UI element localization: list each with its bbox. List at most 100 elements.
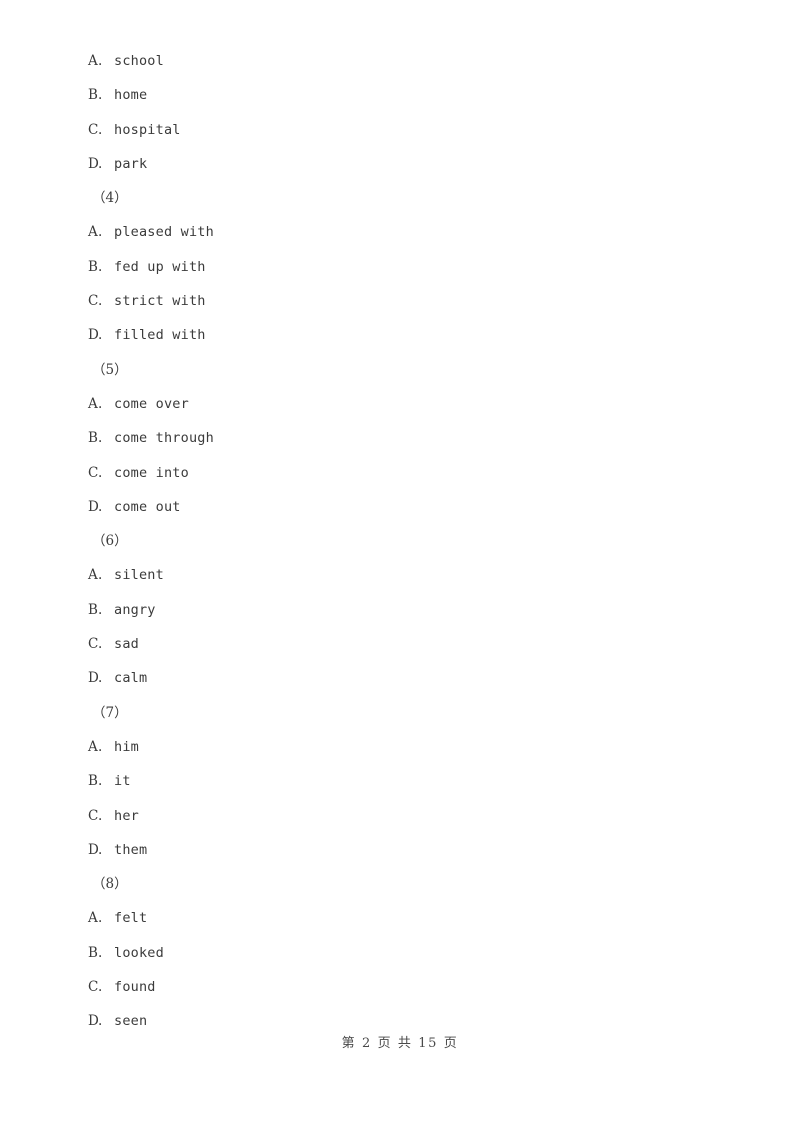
- option-text: come over: [114, 395, 189, 412]
- option-letter: A: [88, 738, 99, 755]
- option-row[interactable]: A. pleased with: [88, 215, 728, 249]
- option-separator: .: [98, 258, 103, 275]
- option-letter: B: [88, 87, 99, 104]
- option-text: fed up with: [114, 258, 206, 275]
- option-text: them: [114, 841, 148, 858]
- option-separator: .: [98, 224, 103, 241]
- question-number-label: （6）: [92, 533, 128, 550]
- option-separator: .: [98, 910, 103, 927]
- option-row[interactable]: D. park: [88, 147, 728, 181]
- option-letter: B: [88, 258, 99, 275]
- option-text: seen: [114, 1013, 148, 1030]
- option-row[interactable]: B. fed up with: [88, 250, 728, 284]
- option-text: home: [114, 87, 148, 104]
- option-letter: A: [88, 395, 99, 412]
- option-row[interactable]: D. calm: [88, 661, 728, 695]
- option-letter: A: [88, 910, 99, 927]
- option-separator: .: [98, 601, 103, 618]
- option-separator: .: [98, 395, 103, 412]
- option-text: silent: [114, 567, 164, 584]
- document-page: A. school B. home C. hospital D. park （4） A. pleas…: [0, 0, 800, 1132]
- option-row[interactable]: D. them: [88, 833, 728, 867]
- option-separator: .: [98, 464, 103, 481]
- option-text: come out: [114, 498, 181, 515]
- option-letter: B: [88, 430, 99, 447]
- option-separator: .: [98, 807, 103, 824]
- option-letter: B: [88, 773, 99, 790]
- option-row[interactable]: D. filled with: [88, 318, 728, 352]
- option-row[interactable]: C. her: [88, 799, 728, 833]
- option-text: filled with: [114, 327, 206, 344]
- option-row[interactable]: C. strict with: [88, 284, 728, 318]
- option-letter: C: [88, 807, 99, 824]
- option-row[interactable]: C. sad: [88, 627, 728, 661]
- option-letter: B: [88, 944, 99, 961]
- option-letter: A: [88, 53, 99, 69]
- option-text: it: [114, 773, 131, 790]
- question-number-label: （7）: [92, 704, 128, 721]
- option-separator: .: [98, 87, 103, 104]
- option-row[interactable]: C. found: [88, 970, 728, 1004]
- option-text: looked: [114, 944, 164, 961]
- option-row[interactable]: B. it: [88, 764, 728, 798]
- option-separator: .: [98, 738, 103, 755]
- option-row[interactable]: A. felt: [88, 901, 728, 935]
- option-letter: C: [88, 636, 99, 653]
- option-separator: .: [98, 121, 103, 138]
- option-letter: A: [88, 567, 99, 584]
- option-row[interactable]: C. come into: [88, 456, 728, 490]
- option-row[interactable]: A. school: [88, 44, 728, 78]
- option-text: come into: [114, 464, 189, 481]
- option-text: her: [114, 807, 139, 824]
- option-separator: .: [98, 498, 103, 515]
- option-text: park: [114, 155, 148, 172]
- option-separator: .: [98, 293, 103, 310]
- option-separator: .: [98, 773, 103, 790]
- option-letter: A: [88, 224, 99, 241]
- exam-content: A. school B. home C. hospital D. park （4） A. pleas…: [88, 44, 728, 1039]
- option-text: found: [114, 979, 156, 996]
- question-number-label: （5）: [92, 361, 128, 378]
- option-letter: B: [88, 601, 99, 618]
- option-text: him: [114, 738, 139, 755]
- option-letter: C: [88, 464, 99, 481]
- option-text: sad: [114, 636, 139, 653]
- option-row[interactable]: C. hospital: [88, 113, 728, 147]
- option-letter: D: [88, 670, 100, 687]
- option-text: pleased with: [114, 224, 214, 241]
- option-separator: .: [98, 636, 103, 653]
- option-letter: D: [88, 155, 100, 172]
- option-letter: C: [88, 121, 99, 138]
- option-letter: C: [88, 293, 99, 310]
- option-row[interactable]: B. home: [88, 78, 728, 112]
- option-separator: .: [98, 841, 103, 858]
- option-letter: D: [88, 327, 100, 344]
- option-text: felt: [114, 910, 148, 927]
- option-row[interactable]: A. him: [88, 730, 728, 764]
- option-text: hospital: [114, 121, 181, 138]
- option-separator: .: [98, 944, 103, 961]
- option-row[interactable]: A. silent: [88, 558, 728, 592]
- option-row[interactable]: B. angry: [88, 593, 728, 627]
- option-separator: .: [98, 155, 103, 172]
- option-letter: C: [88, 979, 99, 996]
- page-footer: 第 2 页 共 15 页: [341, 1036, 459, 1051]
- option-separator: .: [98, 53, 103, 69]
- question-number-label: （8）: [92, 876, 128, 893]
- option-letter: D: [88, 498, 100, 515]
- option-letter: D: [88, 841, 100, 858]
- option-separator: .: [98, 430, 103, 447]
- option-text: school: [114, 53, 164, 69]
- option-separator: .: [98, 670, 103, 687]
- option-text: strict with: [114, 293, 206, 310]
- option-row[interactable]: A. come over: [88, 387, 728, 421]
- option-text: calm: [114, 670, 148, 687]
- option-separator: .: [98, 567, 103, 584]
- option-row[interactable]: B. looked: [88, 936, 728, 970]
- option-row[interactable]: B. come through: [88, 421, 728, 455]
- option-text: come through: [114, 430, 214, 447]
- option-row[interactable]: D. come out: [88, 490, 728, 524]
- option-separator: .: [98, 327, 103, 344]
- option-separator: .: [98, 979, 103, 996]
- option-text: angry: [114, 601, 156, 618]
